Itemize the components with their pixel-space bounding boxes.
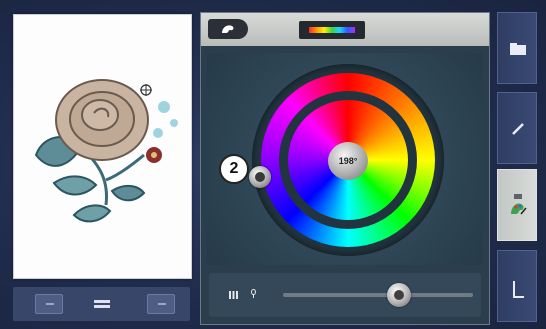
- ring-gap: 198°: [279, 91, 417, 229]
- color-edit-panel: 198° 2: [200, 12, 490, 325]
- minus-icon: [46, 303, 54, 305]
- hue-value-display: 198°: [328, 142, 368, 180]
- callout-number: 2: [229, 160, 239, 177]
- preview-navigation-bar: [13, 287, 190, 321]
- scroll-right-button[interactable]: [147, 294, 175, 314]
- brightness-slider-knob[interactable]: [386, 283, 411, 307]
- sidebar-item-corner[interactable]: [497, 250, 537, 322]
- inner-hue-ring[interactable]: 198°: [288, 100, 408, 220]
- right-sidebar: [497, 12, 537, 325]
- hue-selector-knob[interactable]: [249, 166, 271, 188]
- pencil-icon: [512, 123, 524, 135]
- color-wheel-area: 198° 2: [207, 53, 483, 265]
- panel-header: [201, 13, 489, 46]
- pin-icon: [251, 289, 256, 298]
- folder-icon: [510, 43, 526, 55]
- color-palette-icon: [222, 25, 234, 33]
- sidebar-item-color-edit[interactable]: [497, 169, 537, 241]
- minus-icon: [158, 303, 166, 305]
- brightness-slider-area: [209, 273, 481, 317]
- brightness-slider-track[interactable]: [283, 293, 473, 297]
- sidebar-item-folder[interactable]: [497, 12, 537, 84]
- color-palette-tab[interactable]: [208, 19, 248, 39]
- embroidery-preview[interactable]: [13, 14, 192, 279]
- stack-icon[interactable]: [93, 299, 111, 309]
- hue-value: 198°: [338, 156, 358, 166]
- grid-icon: [229, 291, 238, 299]
- sidebar-item-pencil[interactable]: [497, 92, 537, 164]
- color-bar-icon: [309, 27, 355, 33]
- screen: 198° 2: [0, 0, 546, 329]
- color-bar-button[interactable]: [299, 21, 365, 39]
- color-edit-icon: [511, 194, 527, 215]
- scroll-left-button[interactable]: [35, 294, 63, 314]
- color-wheel[interactable]: 198°: [249, 64, 444, 256]
- outer-hue-ring[interactable]: 198°: [261, 73, 435, 247]
- callout-marker: 2: [219, 154, 249, 184]
- rose-design-image: [34, 79, 178, 223]
- corner-icon: [513, 281, 524, 298]
